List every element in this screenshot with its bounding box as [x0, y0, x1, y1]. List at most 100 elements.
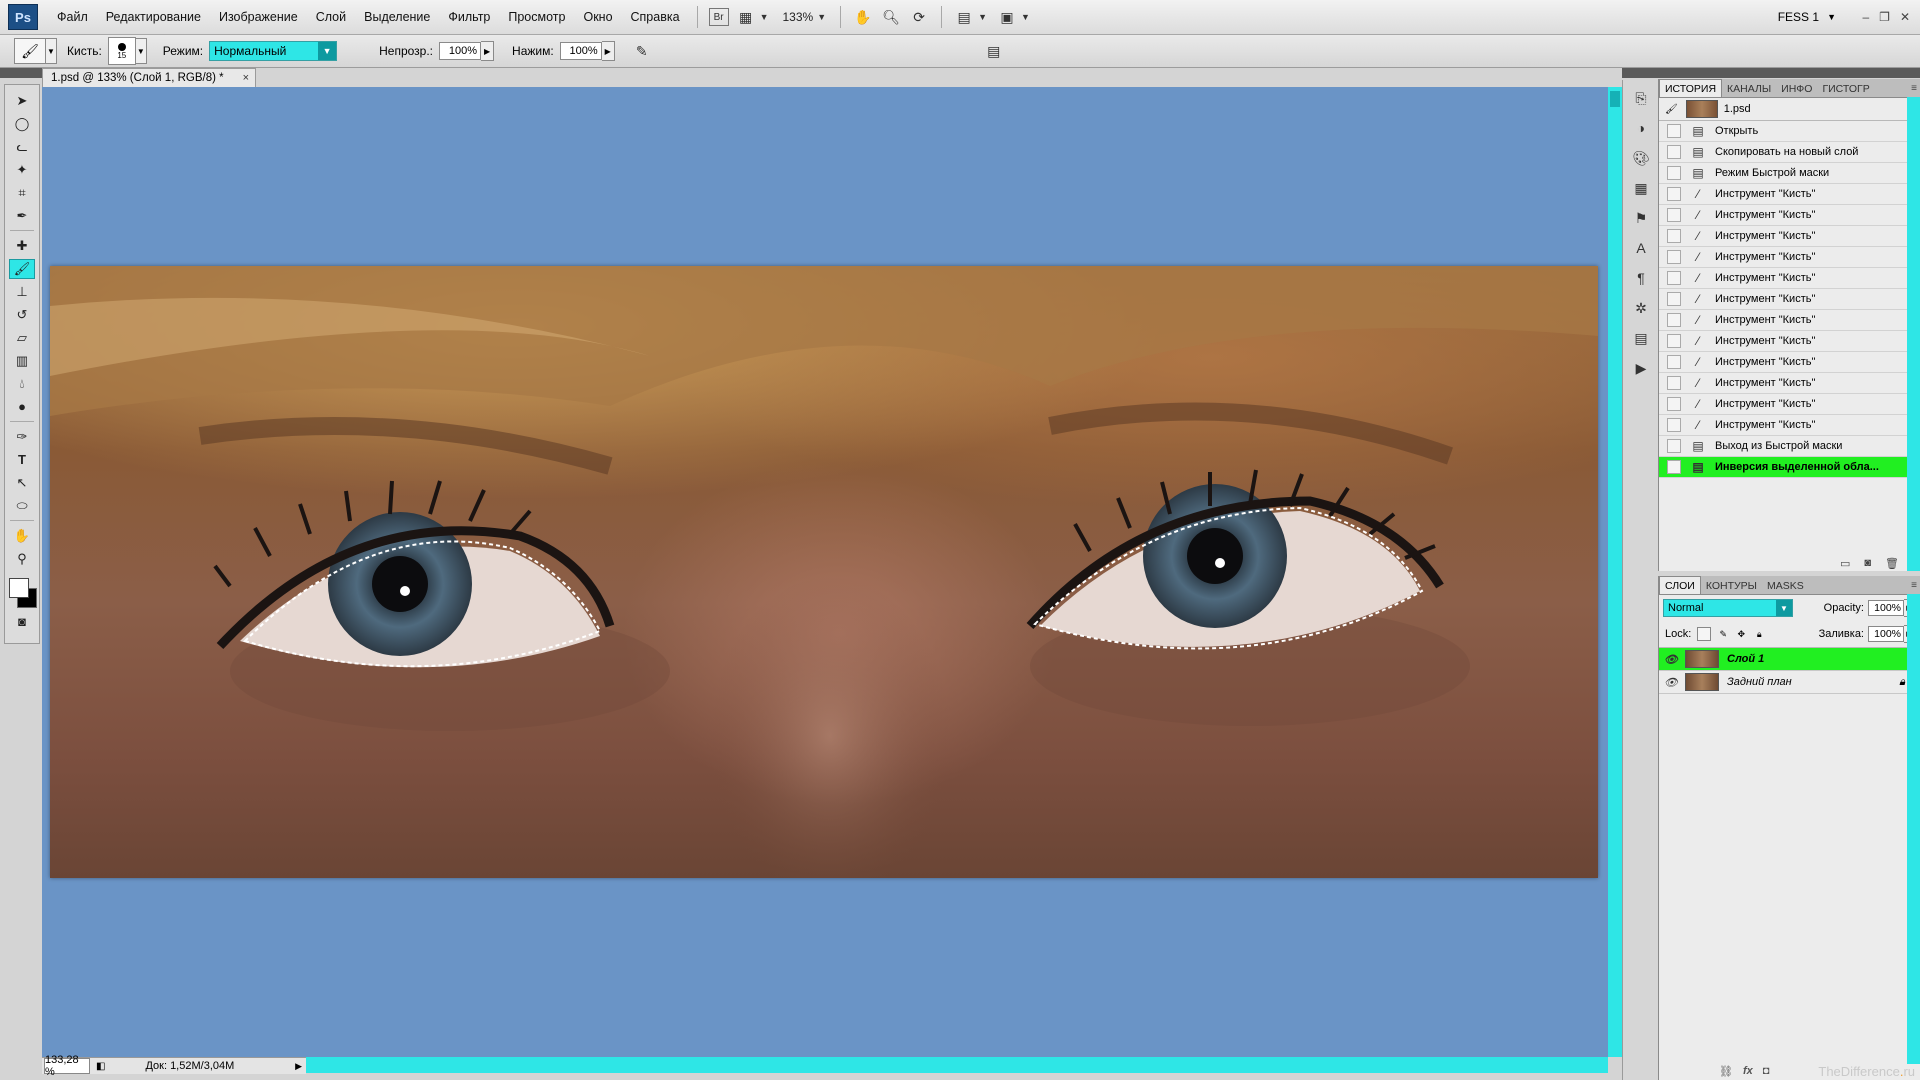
- actions-panel-icon[interactable]: ▤: [1628, 326, 1654, 350]
- styles-panel-icon[interactable]: ⚑: [1628, 206, 1654, 230]
- brushes-panel-icon[interactable]: ▤: [983, 40, 1005, 62]
- history-item[interactable]: ⁄ Инструмент "Кисть": [1659, 373, 1920, 394]
- menu-window[interactable]: Окно: [574, 10, 621, 24]
- history-source-checkbox[interactable]: [1667, 334, 1681, 348]
- history-brush-tool-icon[interactable]: ↺: [9, 305, 35, 325]
- opacity-slider-arrow[interactable]: ▶: [481, 41, 495, 61]
- layer-style-icon[interactable]: fx: [1743, 1065, 1753, 1077]
- zoom-tool-icon[interactable]: 🔍︎: [880, 7, 902, 27]
- icon-strip-header[interactable]: [1622, 68, 1658, 78]
- minimize-icon[interactable]: –: [1862, 10, 1869, 24]
- layer-row-1[interactable]: 👁︎ Слой 1: [1659, 648, 1920, 671]
- history-item[interactable]: ⁄ Инструмент "Кисть": [1659, 226, 1920, 247]
- history-source-checkbox[interactable]: [1667, 418, 1681, 432]
- menu-view[interactable]: Просмотр: [499, 10, 574, 24]
- history-item[interactable]: ⁄ Инструмент "Кисть": [1659, 310, 1920, 331]
- hand-tool-icon[interactable]: ✋: [852, 7, 874, 27]
- restore-icon[interactable]: ❐: [1879, 10, 1890, 24]
- scroll-thumb[interactable]: [1610, 91, 1620, 107]
- history-item[interactable]: ▤ Инверсия выделенной обла...: [1659, 457, 1920, 478]
- vertical-scrollbar[interactable]: [1608, 87, 1622, 1057]
- lasso-tool-icon[interactable]: ᓚ: [9, 137, 35, 157]
- new-document-icon[interactable]: ▭: [1840, 557, 1850, 570]
- status-info-icon[interactable]: ◧: [96, 1061, 105, 1072]
- color-panel-icon[interactable]: 🎨︎: [1628, 146, 1654, 170]
- history-item[interactable]: ▤ Режим Быстрой маски: [1659, 163, 1920, 184]
- airbrush-icon[interactable]: ✎: [631, 40, 653, 62]
- history-source-checkbox[interactable]: [1667, 166, 1681, 180]
- gradient-tool-icon[interactable]: ▥: [9, 351, 35, 371]
- tool-preset-picker[interactable]: 🖌︎: [14, 38, 46, 64]
- navigator-panel-icon[interactable]: ◑: [1628, 116, 1654, 140]
- lock-position-icon[interactable]: ✥: [1735, 628, 1747, 640]
- magic-wand-tool-icon[interactable]: ✦: [9, 160, 35, 180]
- dodge-tool-icon[interactable]: ●: [9, 397, 35, 417]
- history-source-checkbox[interactable]: [1667, 271, 1681, 285]
- menu-file[interactable]: Файл: [48, 10, 97, 24]
- mode-select[interactable]: Нормальный ▼: [209, 41, 338, 61]
- visibility-eye-icon[interactable]: 👁︎: [1663, 653, 1679, 666]
- chevron-down-icon[interactable]: ▼: [46, 38, 57, 64]
- path-selection-tool-icon[interactable]: ↖: [9, 473, 35, 493]
- swatches-panel-icon[interactable]: ▦: [1628, 176, 1654, 200]
- history-source-checkbox[interactable]: [1667, 229, 1681, 243]
- layer-row-background[interactable]: 👁︎ Задний план 🔒︎: [1659, 671, 1920, 694]
- history-panel-icon[interactable]: ⎘: [1628, 86, 1654, 110]
- panels-header[interactable]: [1658, 68, 1920, 78]
- history-source-checkbox[interactable]: [1667, 124, 1681, 138]
- photo-canvas[interactable]: [50, 266, 1598, 878]
- history-snapshot[interactable]: 🖌︎ 1.psd: [1659, 98, 1920, 121]
- layer-opacity-field[interactable]: 100%: [1868, 600, 1904, 616]
- screen-mode-icon[interactable]: ▣: [996, 7, 1018, 27]
- crop-tool-icon[interactable]: ⌗: [9, 183, 35, 203]
- menu-image[interactable]: Изображение: [210, 10, 307, 24]
- move-tool-icon[interactable]: ➤: [9, 91, 35, 111]
- history-item[interactable]: ▤ Открыть: [1659, 121, 1920, 142]
- color-swatches[interactable]: [7, 576, 37, 610]
- history-source-checkbox[interactable]: [1667, 397, 1681, 411]
- history-item[interactable]: ⁄ Инструмент "Кисть": [1659, 352, 1920, 373]
- status-zoom-field[interactable]: 133,28 %: [44, 1054, 90, 1078]
- bridge-button[interactable]: Br: [708, 8, 729, 26]
- healing-brush-tool-icon[interactable]: ✚: [9, 236, 35, 256]
- history-item[interactable]: ⁄ Инструмент "Кисть": [1659, 415, 1920, 436]
- quick-mask-icon[interactable]: ◙: [9, 612, 35, 632]
- lock-all-icon[interactable]: 🔒︎: [1753, 628, 1765, 640]
- tab-histogram[interactable]: ГИСТОГР: [1817, 81, 1874, 97]
- hand-tool-icon[interactable]: ✋: [9, 526, 35, 546]
- close-icon[interactable]: ×: [243, 72, 249, 84]
- history-source-checkbox[interactable]: [1667, 460, 1681, 474]
- eyedropper-tool-icon[interactable]: ✒: [9, 206, 35, 226]
- character-panel-icon[interactable]: A: [1628, 236, 1654, 260]
- document-tab[interactable]: 1.psd @ 133% (Слой 1, RGB/8) * ×: [42, 68, 256, 87]
- menu-filter[interactable]: Фильтр: [439, 10, 499, 24]
- layer-fill-field[interactable]: 100%: [1868, 626, 1904, 642]
- arrange-documents-icon[interactable]: ▤: [953, 7, 975, 27]
- eraser-tool-icon[interactable]: ▱: [9, 328, 35, 348]
- chevron-down-icon[interactable]: ▼: [135, 38, 147, 64]
- opacity-field[interactable]: 100%: [439, 42, 482, 60]
- zoom-tool-icon[interactable]: ⚲: [9, 549, 35, 569]
- animation-panel-icon[interactable]: ▶: [1628, 356, 1654, 380]
- panel-menu-icon[interactable]: ≡: [1911, 83, 1917, 94]
- paragraph-panel-icon[interactable]: ¶: [1628, 266, 1654, 290]
- menu-select[interactable]: Выделение: [355, 10, 439, 24]
- brushes-panel-icon[interactable]: ✲: [1628, 296, 1654, 320]
- workspace-name[interactable]: FESS 1: [1778, 10, 1819, 24]
- zoom-level[interactable]: 133%: [782, 10, 813, 24]
- menu-layer[interactable]: Слой: [307, 10, 355, 24]
- history-source-checkbox[interactable]: [1667, 208, 1681, 222]
- blend-mode-select[interactable]: Normal ▼: [1663, 599, 1793, 617]
- camera-icon[interactable]: ◙: [1864, 557, 1871, 569]
- menu-edit[interactable]: Редактирование: [97, 10, 210, 24]
- rotate-view-icon[interactable]: ⟳: [908, 7, 930, 27]
- lock-transparency-checkbox[interactable]: [1697, 627, 1712, 641]
- foreground-color-swatch[interactable]: [9, 578, 29, 598]
- toolbox-header[interactable]: [0, 68, 42, 78]
- link-layers-icon[interactable]: ⛓: [1719, 1065, 1733, 1078]
- history-item[interactable]: ⁄ Инструмент "Кисть": [1659, 289, 1920, 310]
- brush-source-icon[interactable]: 🖌︎: [1665, 104, 1678, 115]
- chevron-down-icon[interactable]: ▼: [1776, 600, 1792, 616]
- history-source-checkbox[interactable]: [1667, 250, 1681, 264]
- history-item[interactable]: ▤ Скопировать на новый слой: [1659, 142, 1920, 163]
